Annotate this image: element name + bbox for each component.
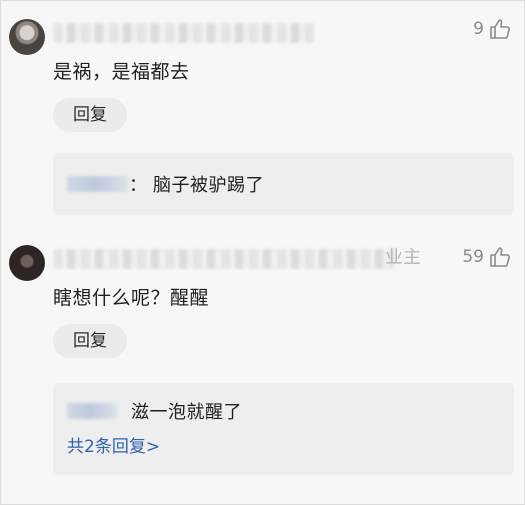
comment-list: 9 是祸，是福都去 回复 ： 脑子被驴踢了 业主 59 瞎想什么呢？醒醒 回复 …	[0, 0, 525, 505]
thumbs-up-icon	[490, 19, 510, 39]
reply-item: 滋一泡就醒了	[67, 398, 242, 424]
author-badge: 业主	[385, 247, 421, 268]
reply-button[interactable]: 回复	[53, 324, 127, 358]
comment-text: 是祸，是福都去	[53, 61, 190, 83]
comment-text: 瞎想什么呢？醒醒	[53, 287, 210, 309]
reply-item: ： 脑子被驴踢了	[67, 171, 264, 197]
like-button[interactable]: 9	[473, 17, 512, 41]
view-all-replies-link[interactable]: 共2条回复>	[67, 435, 160, 459]
reply-text: 滋一泡就醒了	[131, 402, 242, 423]
reply-preview-box[interactable]: 滋一泡就醒了 共2条回复>	[53, 383, 514, 475]
reply-button[interactable]: 回复	[53, 98, 127, 132]
reply-username-blurred[interactable]	[67, 176, 129, 192]
reply-text: 脑子被驴踢了	[153, 175, 264, 196]
commenter-name-blurred[interactable]	[53, 23, 315, 43]
like-count: 9	[473, 19, 484, 39]
like-count: 59	[462, 247, 484, 267]
commenter-name-blurred[interactable]	[53, 249, 395, 269]
avatar[interactable]	[9, 245, 45, 281]
reply-username-blurred[interactable]	[67, 403, 117, 419]
thumbs-up-icon	[490, 247, 510, 267]
avatar[interactable]	[9, 19, 45, 55]
like-button[interactable]: 59	[462, 245, 512, 269]
reply-separator: ：	[129, 175, 147, 196]
reply-preview-box[interactable]: ： 脑子被驴踢了	[53, 153, 514, 215]
